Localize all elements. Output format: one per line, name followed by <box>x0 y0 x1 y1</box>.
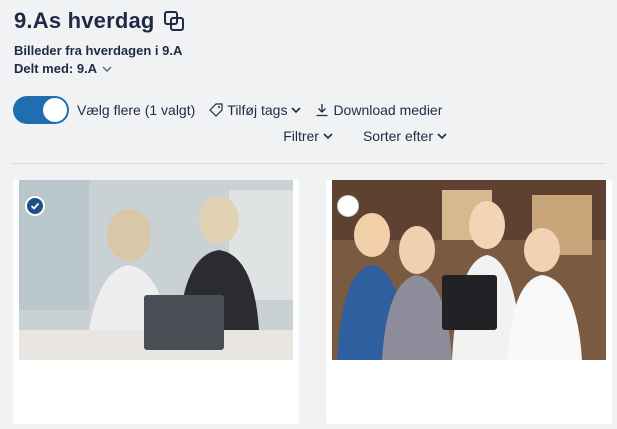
select-multiple-label: Vælg flere (1 valgt) <box>77 102 196 118</box>
sort-label: Sorter efter <box>362 128 433 144</box>
filter-sort-row: Filtrer Sorter efter <box>283 128 447 144</box>
media-photo[interactable] <box>19 180 293 360</box>
download-media-label: Download medier <box>333 102 443 118</box>
chevron-down-icon <box>102 66 112 72</box>
select-radio[interactable] <box>338 196 358 216</box>
chevron-down-icon <box>323 133 333 140</box>
album-description: Billeder fra hverdagen i 9.A <box>14 43 183 58</box>
check-icon <box>30 202 40 210</box>
sort-dropdown[interactable]: Sorter efter <box>363 128 447 144</box>
select-multiple-toggle[interactable] <box>13 96 69 124</box>
chevron-down-icon <box>291 107 302 114</box>
title-row: 9.As hverdag <box>14 8 607 34</box>
download-icon <box>316 104 328 117</box>
chevron-down-icon <box>437 133 447 140</box>
toggle-knob <box>43 98 67 122</box>
photo-placeholder <box>19 180 293 360</box>
shared-with-label: Delt med: 9.A <box>14 61 98 76</box>
photo-placeholder <box>332 180 606 360</box>
add-tags-button[interactable]: Tilføj tags <box>209 102 302 118</box>
divider <box>12 163 605 164</box>
media-card[interactable] <box>326 180 612 424</box>
tag-icon <box>209 103 223 117</box>
filter-dropdown[interactable]: Filtrer <box>283 128 333 144</box>
add-tags-label: Tilføj tags <box>227 102 288 118</box>
page-title: 9.As hverdag <box>14 8 155 33</box>
download-media-button[interactable]: Download medier <box>315 102 442 118</box>
shared-with-dropdown[interactable]: Delt med: 9.A <box>14 61 607 76</box>
copy-icon[interactable] <box>163 10 185 32</box>
album-header: 9.As hverdag Billeder fra hverdagen i 9.… <box>14 8 607 76</box>
filter-label: Filtrer <box>283 128 319 144</box>
media-photo[interactable] <box>332 180 606 360</box>
toolbar: Vælg flere (1 valgt) Tilføj tags Downloa… <box>13 96 442 124</box>
media-card[interactable] <box>13 180 299 424</box>
selected-check[interactable] <box>25 196 45 216</box>
